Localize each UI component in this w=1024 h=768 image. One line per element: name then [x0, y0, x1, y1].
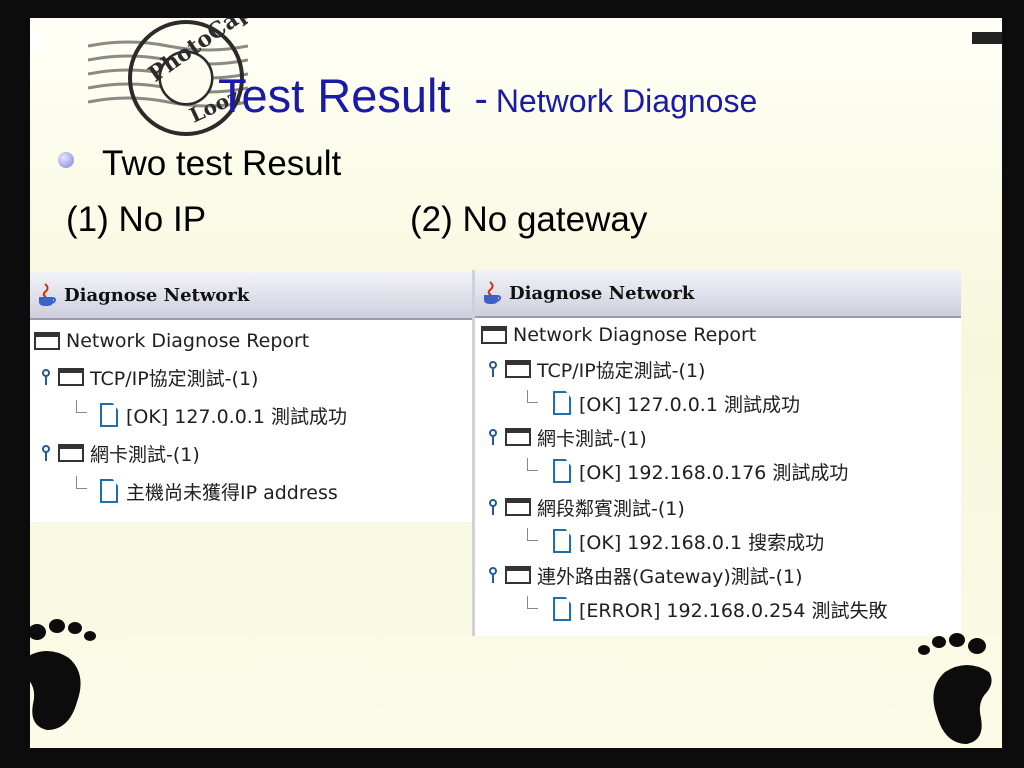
- folder-icon: [505, 428, 531, 446]
- left-window-titlebar[interactable]: Diagnose Network: [30, 272, 474, 320]
- right-window-titlebar[interactable]: Diagnose Network: [475, 270, 961, 318]
- frame-tick: [972, 32, 1002, 44]
- frame-mark: [0, 0, 1024, 18]
- footprint-icon: [918, 633, 992, 744]
- title-subtitle: Network Diagnose: [495, 83, 758, 119]
- slide-title: Test Result - Network Diagnose: [218, 68, 757, 123]
- document-icon: [553, 391, 571, 415]
- java-cup-icon: [39, 283, 56, 306]
- document-icon: [100, 479, 118, 503]
- tree-key-icon[interactable]: [487, 567, 499, 583]
- tree-leaf-node[interactable]: [ERROR] 192.168.0.254 測試失敗: [553, 594, 887, 624]
- tree-leaf-node[interactable]: 主機尚未獲得IP address: [100, 476, 338, 506]
- tree-leaf-node[interactable]: [OK] 192.168.0.176 測試成功: [553, 456, 848, 486]
- tree-key-icon[interactable]: [487, 361, 499, 377]
- tree-root-node[interactable]: Network Diagnose Report: [34, 326, 309, 356]
- tree-connector: [527, 458, 538, 471]
- folder-icon: [58, 444, 84, 462]
- document-icon: [100, 403, 118, 427]
- title-dash: -: [474, 77, 488, 121]
- tree-node-label: 連外路由器(Gateway)測試-(1): [537, 565, 803, 588]
- tree-node-label: [OK] 192.168.0.176 測試成功: [579, 461, 849, 484]
- tree-node-label: 網卡測試-(1): [537, 427, 647, 450]
- bullet-text: Two test Result: [102, 144, 342, 183]
- tree-group-node[interactable]: 網卡測試-(1): [487, 422, 647, 452]
- tree-group-node[interactable]: TCP/IP協定測試-(1): [40, 362, 258, 392]
- tree-key-icon[interactable]: [487, 499, 499, 515]
- folder-icon: [34, 332, 60, 350]
- tree-connector: [76, 400, 87, 413]
- case-label-left: (1) No IP: [66, 200, 207, 239]
- tree-node-label: 網卡測試-(1): [90, 443, 200, 466]
- document-icon: [553, 529, 571, 553]
- tree-key-icon[interactable]: [40, 369, 52, 385]
- tree-key-icon[interactable]: [40, 445, 52, 461]
- tree-key-icon[interactable]: [487, 429, 499, 445]
- tree-node-label: 網段鄰賓測試-(1): [537, 497, 685, 520]
- folder-icon: [481, 326, 507, 344]
- tree-node-label: [OK] 127.0.0.1 測試成功: [126, 405, 347, 428]
- tree-leaf-node[interactable]: [OK] 127.0.0.1 測試成功: [553, 388, 800, 418]
- tree-group-node[interactable]: TCP/IP協定測試-(1): [487, 354, 705, 384]
- folder-icon: [505, 566, 531, 584]
- java-cup-icon: [484, 281, 501, 304]
- footprint-icon: [30, 619, 96, 730]
- tree-node-label: TCP/IP協定測試-(1): [537, 359, 706, 382]
- tree-node-label: [OK] 192.168.0.1 搜索成功: [579, 531, 825, 554]
- tree-group-node[interactable]: 網卡測試-(1): [40, 438, 200, 468]
- tree-node-label: Network Diagnose Report: [513, 324, 757, 346]
- frame-mark: [0, 0, 30, 768]
- bullet-item: Two test Result: [58, 144, 341, 184]
- case-label-right: (2) No gateway: [410, 200, 648, 239]
- tree-node-label: TCP/IP協定測試-(1): [90, 367, 259, 390]
- left-window-title: Diagnose Network: [64, 284, 250, 306]
- tree-connector: [527, 596, 538, 609]
- tree-node-label: [ERROR] 192.168.0.254 測試失敗: [579, 599, 888, 622]
- folder-icon: [58, 368, 84, 386]
- tree-connector: [76, 476, 87, 489]
- tree-root-node[interactable]: Network Diagnose Report: [481, 320, 756, 350]
- tree-connector: [527, 528, 538, 541]
- tree-node-label: 主機尚未獲得IP address: [126, 481, 338, 504]
- frame-mark: [0, 748, 1024, 768]
- right-diagnose-window: Diagnose Network Network Diagnose Report…: [472, 270, 961, 636]
- tree-leaf-node[interactable]: [OK] 192.168.0.1 搜索成功: [553, 526, 824, 556]
- document-icon: [553, 597, 571, 621]
- tree-node-label: Network Diagnose Report: [66, 330, 310, 352]
- document-icon: [553, 459, 571, 483]
- left-diagnose-window: Diagnose Network Network Diagnose Report…: [30, 272, 474, 522]
- bullet-icon: [58, 151, 74, 168]
- slide: PhotoCap Looz Test Result - Network Diagno…: [30, 18, 1002, 748]
- tree-group-node[interactable]: 網段鄰賓測試-(1): [487, 492, 685, 522]
- tree-leaf-node[interactable]: [OK] 127.0.0.1 測試成功: [100, 400, 347, 430]
- frame-mark: [1002, 0, 1024, 768]
- frame-tick: [30, 32, 40, 52]
- title-main: Test Result: [218, 69, 451, 122]
- tree-group-node[interactable]: 連外路由器(Gateway)測試-(1): [487, 560, 803, 590]
- tree-node-label: [OK] 127.0.0.1 測試成功: [579, 393, 800, 416]
- tree-connector: [527, 390, 538, 403]
- folder-icon: [505, 498, 531, 516]
- folder-icon: [505, 360, 531, 378]
- right-window-title: Diagnose Network: [509, 282, 695, 304]
